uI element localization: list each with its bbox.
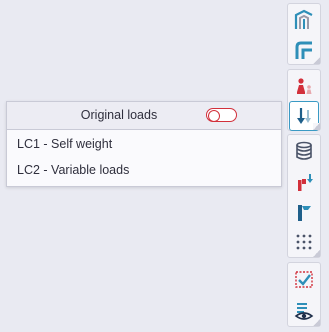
load-arrows-icon [297, 108, 311, 124]
person-loads-button[interactable] [289, 71, 319, 101]
frame-structure-icon [294, 9, 313, 29]
beam-section-button[interactable] [289, 197, 319, 227]
toolbar-group-loads [287, 69, 321, 131]
check-selection-button[interactable] [289, 264, 319, 294]
member-load-button[interactable] [289, 167, 319, 197]
check-selection-icon [295, 271, 313, 288]
view-list-icon [294, 303, 314, 320]
right-toolbar [287, 0, 323, 332]
panel-title: Original loads [80, 108, 158, 122]
database-button[interactable] [289, 136, 319, 166]
toolbar-group-review [287, 262, 321, 327]
database-icon [296, 141, 312, 160]
frame-structure-button[interactable] [289, 5, 319, 35]
toggle-knob [208, 109, 220, 122]
original-loads-toggle[interactable] [206, 108, 237, 122]
toolbar-group-model [287, 134, 321, 258]
load-case-item-lc2[interactable]: LC2 - Variable loads [17, 163, 129, 177]
loads-panel-header: Original loads [7, 102, 281, 130]
member-load-icon [298, 174, 313, 191]
dot-grid-icon [296, 234, 312, 250]
frame-section-icon [295, 41, 312, 59]
person-loads-icon [297, 78, 312, 94]
toolbar-group-structure [287, 3, 321, 65]
load-case-item-lc1[interactable]: LC1 - Self weight [17, 137, 112, 151]
beam-section-icon [298, 205, 311, 221]
loads-panel: Original loads LC1 - Self weight LC2 - V… [6, 101, 282, 187]
